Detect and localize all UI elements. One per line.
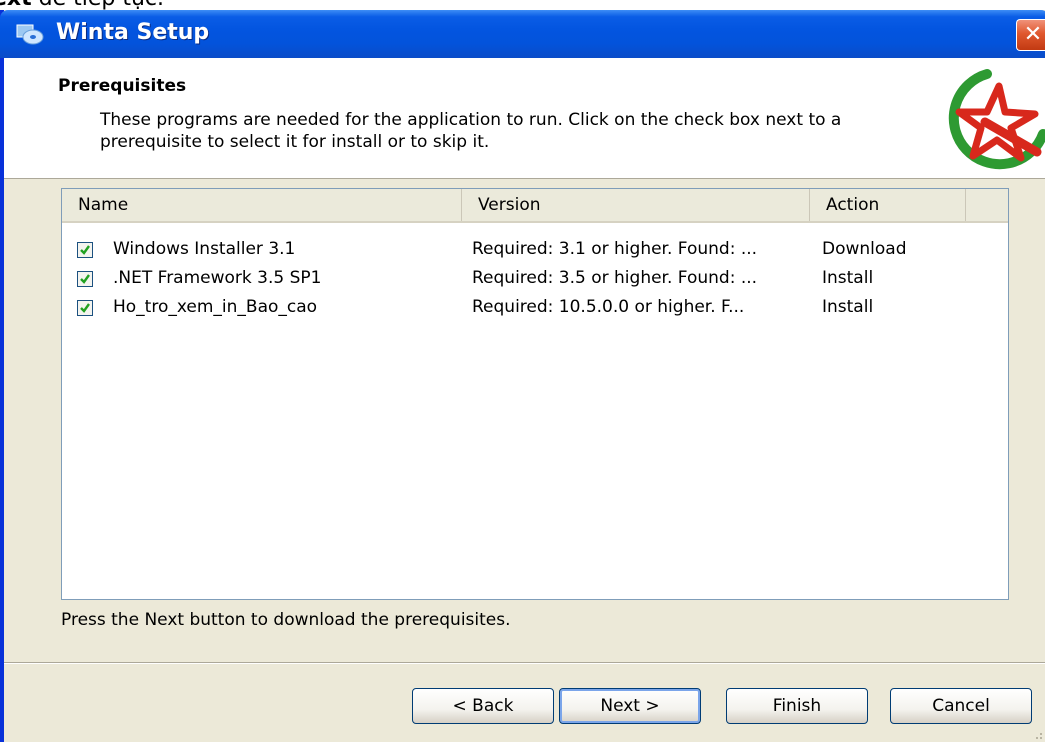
column-header-action[interactable]: Action	[810, 189, 966, 221]
prerequisite-checkbox[interactable]	[77, 242, 93, 258]
prerequisite-action: Install	[822, 268, 874, 288]
setup-window: Winta Setup ✕ Prerequisites These progra…	[0, 10, 1045, 742]
status-message: Press the Next button to download the pr…	[61, 610, 511, 630]
column-header-name[interactable]: Name	[62, 189, 462, 221]
back-button[interactable]: < Back	[412, 688, 554, 724]
window-title: Winta Setup	[56, 20, 210, 45]
prerequisite-checkbox[interactable]	[77, 271, 93, 287]
close-button[interactable]: ✕	[1016, 19, 1045, 51]
checkmark-icon	[80, 274, 90, 284]
finish-button[interactable]: Finish	[726, 688, 868, 724]
resize-grip-icon[interactable]	[1031, 728, 1043, 740]
prerequisite-action: Install	[822, 297, 874, 317]
prerequisite-name: .NET Framework 3.5 SP1	[113, 268, 322, 288]
column-header-version[interactable]: Version	[462, 189, 810, 221]
prerequisite-version: Required: 3.5 or higher. Found: ...	[472, 268, 758, 288]
list-row[interactable]: .NET Framework 3.5 SP1 Required: 3.5 or …	[62, 266, 1008, 296]
next-button[interactable]: Next >	[559, 688, 701, 724]
page-description: These programs are needed for the applic…	[100, 110, 842, 152]
header-panel: Prerequisites These programs are needed …	[4, 58, 1045, 179]
title-bar[interactable]: Winta Setup ✕	[0, 10, 1045, 58]
page-title: Prerequisites	[58, 76, 187, 96]
setup-disc-icon	[16, 24, 44, 45]
checkmark-icon	[80, 303, 90, 313]
divider	[4, 662, 1045, 664]
list-row[interactable]: Windows Installer 3.1 Required: 3.1 or h…	[62, 237, 1008, 267]
prerequisite-action: Download	[822, 239, 907, 259]
prerequisite-checkbox[interactable]	[77, 300, 93, 316]
list-header: Name Version Action	[62, 189, 1008, 223]
cancel-button[interactable]: Cancel	[890, 688, 1032, 724]
winta-star-logo	[948, 69, 1045, 170]
prerequisite-name: Ho_tro_xem_in_Bao_cao	[113, 297, 318, 317]
list-row[interactable]: Ho_tro_xem_in_Bao_cao Required: 10.5.0.0…	[62, 295, 1008, 325]
prerequisites-list[interactable]: Name Version Action Windows Installer 3.…	[61, 188, 1009, 600]
prerequisite-version: Required: 10.5.0.0 or higher. F...	[472, 297, 745, 317]
prerequisite-version: Required: 3.1 or higher. Found: ...	[472, 239, 758, 259]
checkmark-icon	[80, 245, 90, 255]
close-icon: ✕	[1023, 22, 1043, 47]
prerequisite-name: Windows Installer 3.1	[113, 239, 296, 259]
